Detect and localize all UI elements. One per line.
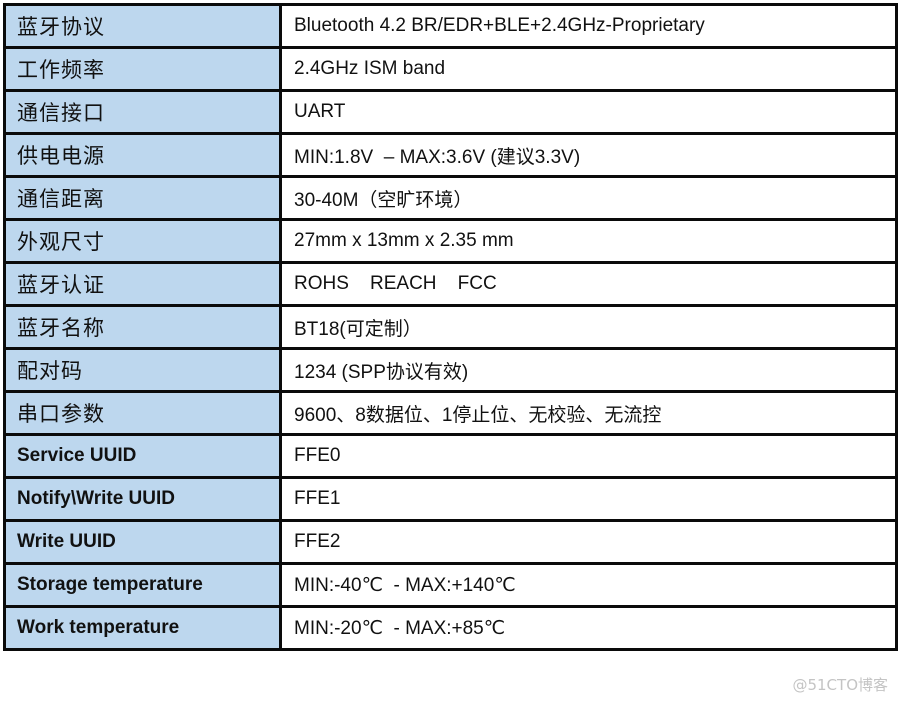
row-label: Storage temperature [3, 562, 282, 608]
table-row: Write UUID FFE2 [3, 519, 898, 565]
row-label: 蓝牙认证 [3, 261, 282, 307]
row-value: 2.4GHz ISM band [279, 46, 898, 92]
row-value: MIN:-40℃ - MAX:+140℃ [279, 562, 898, 608]
row-value: MIN:-20℃ - MAX:+85℃ [279, 605, 898, 651]
row-label: 工作频率 [3, 46, 282, 92]
table-row: 工作频率 2.4GHz ISM band [3, 46, 898, 92]
row-label: Service UUID [3, 433, 282, 479]
row-value: 1234 (SPP协议有效) [279, 347, 898, 393]
row-value: BT18(可定制） [279, 304, 898, 350]
table-row: 串口参数 9600、8数据位、1停止位、无校验、无流控 [3, 390, 898, 436]
table-row: 通信距离 30-40M（空旷环境） [3, 175, 898, 221]
row-label: 供电电源 [3, 132, 282, 178]
row-label: 串口参数 [3, 390, 282, 436]
table-row: 蓝牙协议 Bluetooth 4.2 BR/EDR+BLE+2.4GHz-Pro… [3, 3, 898, 49]
row-label: 通信距离 [3, 175, 282, 221]
row-value: FFE2 [279, 519, 898, 565]
row-label: Work temperature [3, 605, 282, 651]
row-label: Notify\Write UUID [3, 476, 282, 522]
row-value: 27mm x 13mm x 2.35 mm [279, 218, 898, 264]
row-label: 蓝牙名称 [3, 304, 282, 350]
row-label: Write UUID [3, 519, 282, 565]
row-value: MIN:1.8V – MAX:3.6V (建议3.3V) [279, 132, 898, 178]
table-row: Work temperature MIN:-20℃ - MAX:+85℃ [3, 605, 898, 651]
row-value: 30-40M（空旷环境） [279, 175, 898, 221]
table-row: 配对码 1234 (SPP协议有效) [3, 347, 898, 393]
row-value: ROHS REACH FCC [279, 261, 898, 307]
row-value: FFE0 [279, 433, 898, 479]
row-label: 蓝牙协议 [3, 3, 282, 49]
table-row: Service UUID FFE0 [3, 433, 898, 479]
row-value: 9600、8数据位、1停止位、无校验、无流控 [279, 390, 898, 436]
table-row: 通信接口 UART [3, 89, 898, 135]
table-row: 蓝牙认证 ROHS REACH FCC [3, 261, 898, 307]
spec-table: 蓝牙协议 Bluetooth 4.2 BR/EDR+BLE+2.4GHz-Pro… [3, 3, 898, 651]
row-label: 外观尺寸 [3, 218, 282, 264]
row-label: 通信接口 [3, 89, 282, 135]
table-row: 蓝牙名称 BT18(可定制） [3, 304, 898, 350]
table-row: Notify\Write UUID FFE1 [3, 476, 898, 522]
table-row: 供电电源 MIN:1.8V – MAX:3.6V (建议3.3V) [3, 132, 898, 178]
row-value: UART [279, 89, 898, 135]
table-row: 外观尺寸 27mm x 13mm x 2.35 mm [3, 218, 898, 264]
row-label: 配对码 [3, 347, 282, 393]
row-value: Bluetooth 4.2 BR/EDR+BLE+2.4GHz-Propriet… [279, 3, 898, 49]
table-row: Storage temperature MIN:-40℃ - MAX:+140℃ [3, 562, 898, 608]
row-value: FFE1 [279, 476, 898, 522]
watermark: @51CTO博客 [792, 676, 888, 694]
